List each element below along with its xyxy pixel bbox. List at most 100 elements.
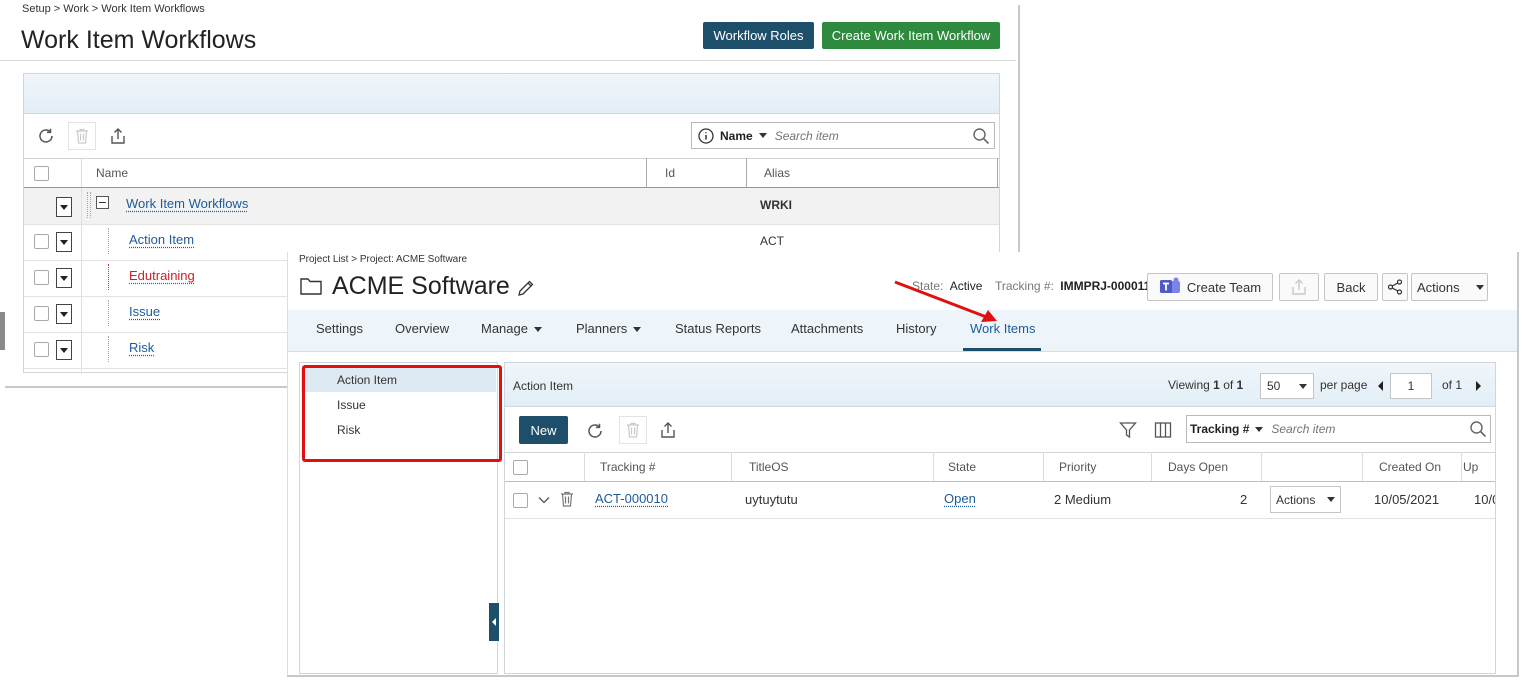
column-header-alias[interactable]: Alias	[764, 166, 790, 180]
annotation-highlight-box	[302, 365, 502, 462]
share-button[interactable]	[1382, 273, 1408, 301]
chevron-down-icon	[1299, 383, 1307, 389]
column-header-priority[interactable]: Priority	[1059, 460, 1096, 474]
tracking-field: Tracking #: IMMPRJ-000011	[995, 279, 1150, 293]
create-workflow-button[interactable]: Create Work Item Workflow	[822, 22, 1000, 49]
prev-page-icon[interactable]	[1378, 381, 1383, 391]
back-button[interactable]: Back	[1324, 273, 1378, 301]
tab-label: Attachments	[791, 321, 864, 336]
row-checkbox[interactable]	[34, 306, 49, 321]
chevron-down-icon[interactable]	[758, 133, 767, 138]
row-menu-button[interactable]	[56, 268, 72, 288]
tracking-label: Tracking #:	[995, 279, 1054, 293]
next-page-icon[interactable]	[1476, 381, 1481, 391]
search-field-select[interactable]: Tracking #	[1190, 422, 1249, 436]
column-header-id[interactable]: Id	[665, 166, 675, 180]
window-edge	[5, 386, 287, 388]
chevron-down-icon	[1475, 284, 1484, 290]
tab-overview[interactable]: Overview	[395, 321, 449, 336]
refresh-icon[interactable]	[37, 127, 55, 145]
page-input[interactable]: 1	[1390, 373, 1432, 399]
breadcrumb[interactable]: Setup > Work > Work Item Workflows	[22, 3, 205, 15]
search-bar[interactable]: Tracking #	[1186, 415, 1491, 443]
search-icon[interactable]	[1469, 420, 1487, 438]
column-header-state[interactable]: State	[948, 460, 976, 474]
row-menu-button[interactable]	[56, 197, 72, 217]
search-icon[interactable]	[972, 127, 990, 145]
collapse-panel-toggle[interactable]	[489, 603, 499, 641]
row-menu-button[interactable]	[56, 340, 72, 360]
breadcrumb[interactable]: Project List > Project: ACME Software	[299, 254, 467, 265]
column-header-tracking[interactable]: Tracking #	[600, 460, 656, 474]
select-all-checkbox[interactable]	[513, 460, 528, 475]
tab-label: Settings	[316, 321, 363, 336]
cell-created-on: 10/05/2021	[1374, 492, 1440, 507]
refresh-icon[interactable]	[586, 422, 604, 440]
row-menu-button[interactable]	[56, 304, 72, 324]
row-checkbox[interactable]	[34, 234, 49, 249]
actions-dropdown[interactable]: Actions	[1411, 273, 1488, 301]
delete-icon[interactable]	[619, 416, 647, 444]
folder-icon	[300, 277, 322, 295]
delete-icon[interactable]	[68, 122, 96, 150]
row-menu-button[interactable]	[56, 232, 72, 252]
select-all-checkbox[interactable]	[34, 166, 49, 181]
column-header-title[interactable]: TitleOS	[749, 460, 789, 474]
row-link[interactable]: Issue	[129, 304, 160, 319]
row-actions-label: Actions	[1276, 492, 1316, 507]
filter-icon[interactable]	[1119, 421, 1137, 439]
row-checkbox[interactable]	[513, 493, 528, 508]
tab-manage[interactable]: Manage	[481, 321, 542, 336]
tracking-link[interactable]: ACT-000010	[595, 491, 668, 506]
search-field-select[interactable]: Name	[720, 129, 753, 143]
export-icon[interactable]	[659, 421, 677, 439]
cell-days-open: 2	[1240, 492, 1248, 507]
column-header-name[interactable]: Name	[96, 166, 128, 180]
tab-planners[interactable]: Planners	[576, 321, 642, 336]
teams-icon	[1159, 277, 1181, 297]
row-alias: ACT	[760, 234, 784, 248]
search-input[interactable]	[772, 127, 963, 144]
edit-pencil-icon[interactable]	[517, 279, 535, 297]
row-checkbox[interactable]	[34, 270, 49, 285]
share-icon	[1387, 279, 1403, 295]
row-link[interactable]: Work Item Workflows	[126, 196, 248, 211]
row-actions-dropdown[interactable]: Actions	[1270, 486, 1341, 513]
row-link[interactable]: Action Item	[129, 232, 194, 247]
tab-settings[interactable]: Settings	[316, 321, 363, 336]
row-link[interactable]: Risk	[129, 340, 154, 355]
column-header-created-on[interactable]: Created On	[1379, 460, 1441, 474]
info-icon	[698, 127, 714, 144]
window-edge	[287, 675, 1519, 677]
column-header-updated[interactable]: Up	[1463, 460, 1478, 474]
tracking-value: IMMPRJ-000011	[1060, 279, 1151, 293]
new-button[interactable]: New	[519, 416, 568, 444]
export-icon[interactable]	[109, 127, 127, 145]
chevron-down-icon	[633, 327, 642, 333]
column-header-days-open[interactable]: Days Open	[1168, 460, 1228, 474]
search-bar[interactable]: Name	[691, 122, 995, 149]
workflow-roles-button[interactable]: Workflow Roles	[703, 22, 814, 49]
row-link[interactable]: Edutraining	[129, 268, 195, 283]
columns-icon[interactable]	[1154, 421, 1172, 439]
delete-row-icon[interactable]	[560, 491, 574, 507]
cell-updated: 10/0	[1474, 492, 1495, 507]
state-link[interactable]: Open	[944, 491, 976, 506]
chevron-down-icon[interactable]	[1255, 426, 1264, 432]
cell-priority: 2 Medium	[1054, 492, 1112, 507]
viewing-from: 1	[1213, 378, 1220, 392]
row-checkbox[interactable]	[34, 342, 49, 357]
viewing-of-label: of	[1223, 378, 1234, 392]
viewing-summary: Viewing 1 of 1	[1168, 378, 1243, 392]
collapsed-panel-tab[interactable]	[0, 312, 5, 350]
chevron-left-icon	[492, 618, 496, 626]
search-input[interactable]	[1269, 421, 1450, 437]
expand-chevron-icon[interactable]	[537, 493, 551, 507]
share-upload-button[interactable]	[1279, 273, 1319, 301]
create-team-button[interactable]: Create Team	[1147, 273, 1273, 301]
tab-attachments[interactable]: Attachments	[791, 321, 863, 336]
per-page-value: 50	[1267, 379, 1281, 393]
collapse-icon[interactable]	[96, 196, 109, 209]
tab-status-reports[interactable]: Status Reports	[675, 321, 761, 336]
per-page-select[interactable]: 50	[1260, 373, 1314, 399]
